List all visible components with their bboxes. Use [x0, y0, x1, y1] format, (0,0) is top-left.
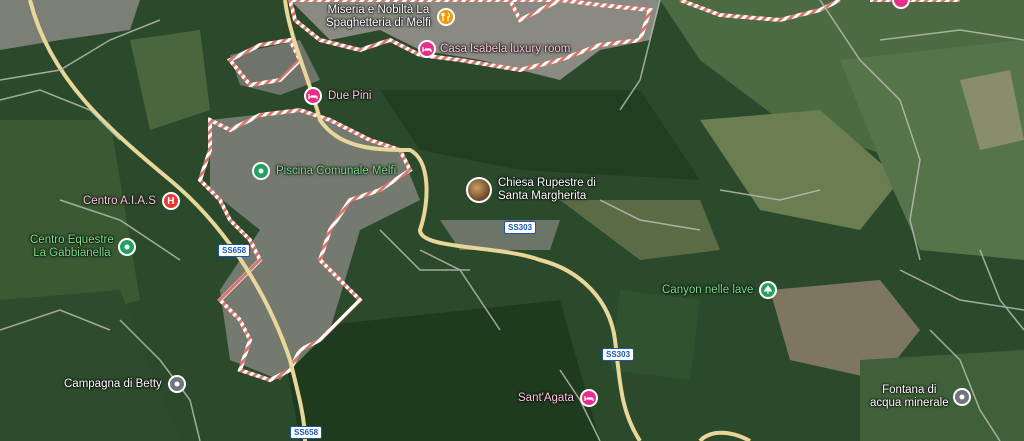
poi-label: Centro Equestre — [30, 234, 114, 246]
map-pin-icon — [952, 388, 971, 406]
poi-casa-isabela[interactable]: Casa Isabela luxury room — [418, 40, 570, 58]
bed-icon — [304, 87, 322, 105]
poi-centro-equestre[interactable]: Centro Equestre La Gabbianella — [30, 234, 136, 260]
road-label-ss658: SS658 — [218, 244, 251, 257]
satellite-map[interactable]: SS658 SS658 SS303 SS303 Miseria e Nobilt… — [0, 0, 1024, 441]
hospital-icon: H — [161, 192, 180, 210]
photo-thumbnail-icon — [466, 177, 492, 203]
poi-label: Canyon nelle lave — [662, 283, 754, 296]
map-pin-icon — [117, 238, 136, 256]
poi-campagna-di-betty[interactable]: Campagna di Betty — [64, 375, 186, 393]
road-label-ss303: SS303 — [602, 348, 635, 361]
poi-canyon-nelle-lave[interactable]: Canyon nelle lave — [662, 281, 778, 299]
map-pin-icon — [252, 162, 270, 180]
poi-label: Santa Margherita — [498, 190, 587, 202]
poi-label: acqua minerale — [870, 397, 949, 409]
fork-knife-icon — [436, 8, 455, 26]
poi-label: Centro A.I.A.S — [83, 194, 156, 207]
poi-label: Spaghetteria di Melfi — [326, 17, 431, 29]
poi-fontana-acqua-minerale[interactable]: Fontana di acqua minerale — [870, 384, 971, 410]
poi-piscina-comunale[interactable]: Piscina Comunale Melfi — [252, 162, 396, 180]
poi-centro-aias[interactable]: Centro A.I.A.S H — [83, 192, 180, 210]
poi-label: Sant'Agata — [518, 391, 574, 404]
bed-icon — [579, 389, 598, 407]
bed-icon — [418, 40, 436, 58]
poi-due-pini[interactable]: Due Pini — [304, 87, 371, 105]
poi-sant-agata[interactable]: Sant'Agata — [518, 389, 598, 407]
poi-label: Piscina Comunale Melfi — [276, 164, 397, 177]
poi-label: Fontana di — [882, 384, 937, 396]
poi-label: Casa Isabela luxury room — [440, 42, 571, 55]
road-label-ss658: SS658 — [290, 426, 323, 439]
poi-miseria-e-nobilta[interactable]: Miseria e Nobiltà La Spaghetteria di Mel… — [326, 4, 455, 30]
map-pin-icon — [167, 375, 186, 393]
poi-label: Miseria e Nobiltà La — [327, 4, 430, 16]
poi-label: La Gabbianella — [33, 247, 111, 259]
tree-icon — [759, 281, 778, 299]
poi-chiesa-rupestre[interactable]: Chiesa Rupestre di Santa Margherita — [466, 177, 596, 203]
poi-label: Campagna di Betty — [64, 377, 162, 390]
road-label-ss303: SS303 — [504, 221, 537, 234]
poi-label: Due Pini — [328, 89, 372, 102]
poi-label: Chiesa Rupestre di — [498, 177, 596, 189]
